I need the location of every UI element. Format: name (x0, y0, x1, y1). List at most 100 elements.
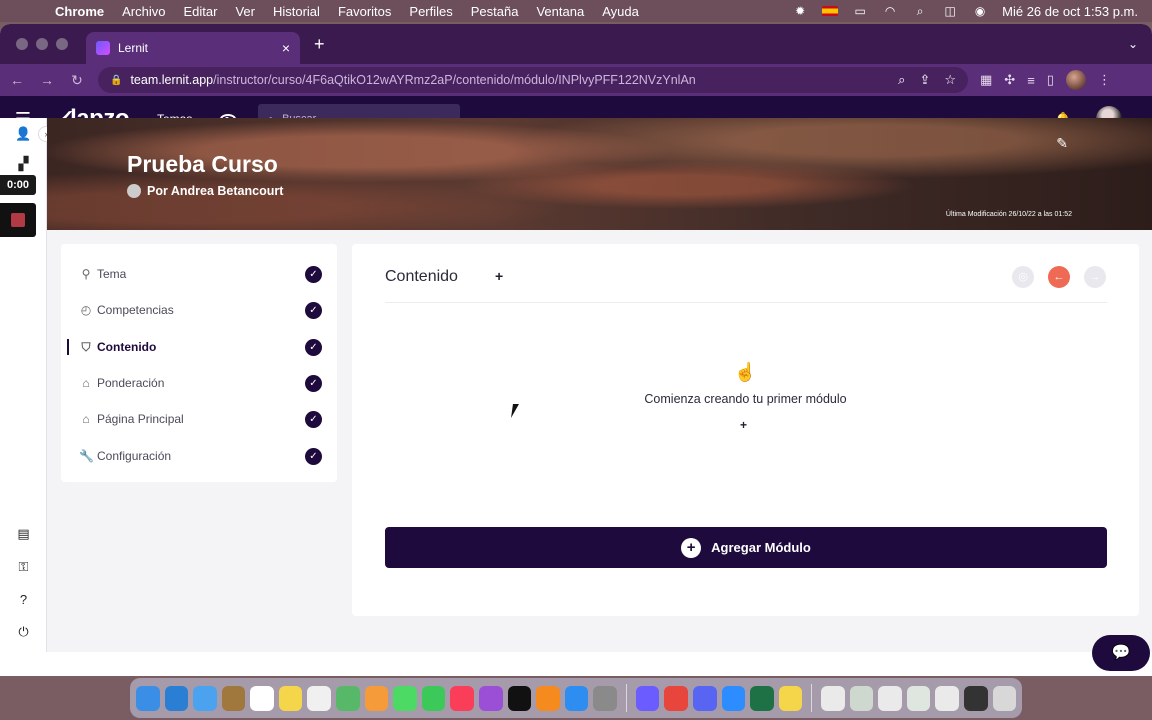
tab-search-chevron-icon[interactable]: ⌄ (1128, 37, 1152, 51)
back-icon[interactable]: ← (8, 72, 26, 88)
notes-icon[interactable] (278, 685, 303, 711)
terminal-icon[interactable] (964, 685, 988, 711)
contacts-icon[interactable] (221, 685, 246, 711)
facetime-icon[interactable] (421, 685, 446, 711)
trash-icon[interactable] (992, 685, 1017, 711)
browser-tab[interactable]: Lernit × (86, 32, 300, 64)
edit-pencil-icon[interactable]: ✎ (1056, 135, 1068, 152)
minimize-window-button[interactable] (36, 38, 48, 50)
document-icon[interactable] (935, 685, 960, 711)
photos-icon[interactable] (364, 685, 389, 711)
check-icon: ✓ (305, 301, 322, 319)
bookmark-star-icon[interactable]: ☆ (944, 72, 956, 88)
reload-icon[interactable]: ↻ (68, 72, 86, 89)
preview-icon[interactable]: ◎ (1012, 266, 1034, 288)
step-pagina-principal[interactable]: ⌂ Página Principal ✓ (79, 409, 322, 429)
check-icon: ✓ (305, 447, 322, 465)
spotlight-icon[interactable]: ⌕ (912, 4, 928, 19)
zoom-icon[interactable]: ⌕ (898, 72, 905, 88)
forward-icon[interactable]: → (38, 72, 56, 88)
brand-stripes-icon[interactable]: ▞ (0, 156, 47, 172)
stickies-icon[interactable] (778, 685, 803, 711)
profile-avatar[interactable] (1065, 70, 1086, 90)
chat-support-button[interactable]: 💬 (1092, 635, 1150, 671)
battery-icon[interactable]: ▭ (852, 4, 868, 18)
omnibox-actions: ⌕ ⇪ ☆ (898, 72, 956, 88)
menu-ver[interactable]: Ver (226, 4, 264, 19)
messenger-icon[interactable] (635, 685, 660, 711)
add-module-button[interactable]: + Agregar Módulo (385, 527, 1107, 568)
side-panel-icon[interactable]: ▯ (1047, 72, 1054, 88)
lock-icon[interactable]: 🔒 (110, 75, 122, 86)
books-icon[interactable] (536, 685, 560, 711)
more-icon[interactable]: ⋮ (1098, 72, 1111, 88)
menu-favoritos[interactable]: Favoritos (329, 4, 400, 19)
step-tema[interactable]: ⚲ Tema ✓ (79, 264, 322, 284)
recording-timer: 0:00 (0, 175, 36, 195)
power-icon[interactable]: ⏻ (0, 624, 47, 640)
step-ponderacion[interactable]: ⌂ Ponderación ✓ (79, 373, 322, 393)
zoom-window-button[interactable] (56, 38, 68, 50)
step-configuracion[interactable]: 🔧 Configuración ✓ (79, 446, 322, 466)
extension-icon[interactable]: ▦ (980, 72, 992, 88)
spain-flag-icon[interactable] (822, 6, 839, 16)
new-tab-button[interactable]: + (314, 34, 325, 55)
check-icon: ✓ (305, 410, 322, 428)
chrome-icon[interactable] (664, 685, 688, 711)
siri-icon[interactable]: ◉ (972, 4, 988, 18)
step-contenido[interactable]: ⛉ Contenido ✓ (67, 337, 322, 357)
back-arrow-button[interactable]: ← (1048, 266, 1070, 288)
plus-circle-icon: + (681, 537, 702, 558)
podcasts-icon[interactable] (478, 685, 503, 711)
app-store-icon[interactable] (564, 685, 589, 711)
system-preferences-icon[interactable] (593, 685, 617, 711)
calendar-icon[interactable] (250, 685, 274, 711)
help-icon[interactable]: ? (0, 592, 47, 607)
reminders-icon[interactable] (307, 685, 332, 711)
discord-icon[interactable] (692, 685, 717, 711)
document-icon[interactable] (821, 685, 845, 711)
tv-icon[interactable] (507, 685, 532, 711)
stop-recording-button[interactable] (0, 203, 36, 237)
shield-icon: ⛉ (81, 339, 91, 354)
menu-pestana[interactable]: Pestaña (462, 4, 528, 19)
url-host: team.lernit.app (130, 73, 214, 87)
close-window-button[interactable] (16, 38, 28, 50)
excel-icon[interactable] (750, 685, 774, 711)
puzzle-icon[interactable]: ✣ (1004, 72, 1015, 88)
url-input[interactable]: 🔒 team.lernit.app/instructor/curso/4F6aQ… (98, 67, 968, 93)
step-competencias[interactable]: ◴ Competencias ✓ (79, 300, 322, 320)
key-icon[interactable]: ⚿ (0, 559, 47, 575)
add-content-button[interactable]: + (495, 268, 503, 284)
clock[interactable]: Mié 26 de oct 1:53 p.m. (1002, 4, 1138, 19)
step-label: Tema (97, 267, 127, 281)
menu-historial[interactable]: Historial (264, 4, 329, 19)
close-tab-icon[interactable]: × (282, 40, 290, 56)
menu-archivo[interactable]: Archivo (113, 4, 174, 19)
safari-icon[interactable] (164, 685, 189, 711)
reading-list-icon[interactable]: ≡ (1027, 73, 1035, 88)
forward-arrow-button[interactable]: → (1084, 266, 1106, 288)
maps-icon[interactable] (336, 685, 360, 711)
menu-perfiles[interactable]: Perfiles (400, 4, 461, 19)
menu-chrome[interactable]: Chrome (46, 4, 113, 19)
empty-add-button[interactable]: + (740, 418, 747, 432)
document-icon[interactable] (849, 685, 874, 711)
window-controls (0, 38, 86, 50)
courses-icon[interactable]: ▤ (0, 526, 47, 542)
document-icon[interactable] (878, 685, 902, 711)
document-icon[interactable] (906, 685, 931, 711)
menu-ayuda[interactable]: Ayuda (593, 4, 648, 19)
share-icon[interactable]: ⇪ (919, 72, 930, 88)
gear-status-icon[interactable]: ✹ (792, 4, 808, 18)
menu-ventana[interactable]: Ventana (527, 4, 593, 19)
zoom-icon[interactable] (721, 685, 746, 711)
finder-icon[interactable] (136, 685, 160, 711)
menu-editar[interactable]: Editar (174, 4, 226, 19)
control-center-icon[interactable]: ◫ (942, 4, 958, 18)
wifi-icon[interactable]: ◠ (882, 4, 898, 18)
mail-icon[interactable] (193, 685, 217, 711)
messages-icon[interactable] (393, 685, 417, 711)
step-label: Ponderación (97, 376, 165, 390)
music-icon[interactable] (450, 685, 474, 711)
